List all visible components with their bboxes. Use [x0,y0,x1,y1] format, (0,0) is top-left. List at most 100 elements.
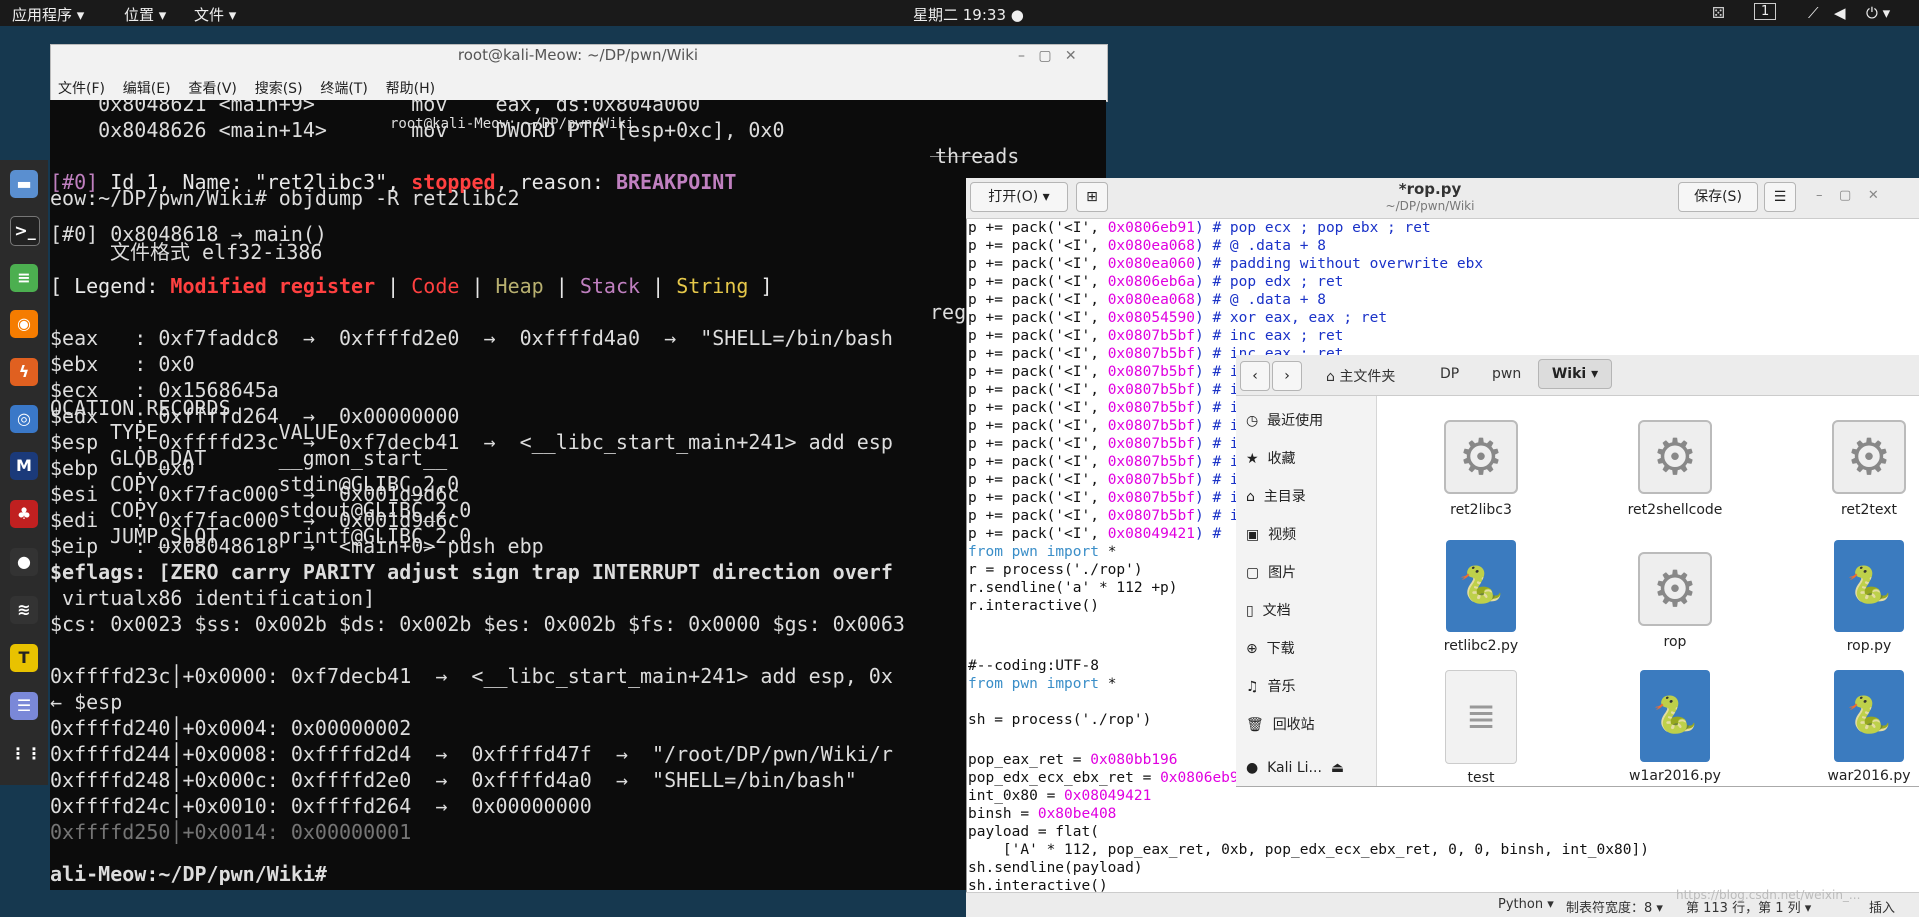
asm-line: 0x8048621 <main+9> mov eax, ds:0x804a060 [50,100,701,116]
gedit-subtitle: ~/DP/pwn/Wiki [1385,199,1475,213]
file-item[interactable]: 🐍 w1ar2016.py [1610,670,1740,784]
trash-icon: 🗑 [1246,717,1264,733]
menu-file[interactable]: 文件(F) [58,81,105,97]
executable-icon: ⚙ [1638,420,1712,494]
menu-view[interactable]: 查看(V) [188,81,237,97]
path-home[interactable]: ⌂ 主文件夹 [1326,366,1395,386]
reg-eax: $eax : 0xf7faddc8 → 0xffffd2e0 → 0xffffd… [50,326,893,350]
power-icon[interactable]: ⏻ ▾ [1866,4,1890,22]
texteditor-app-icon[interactable]: ☰ [10,692,38,720]
path-wiki[interactable]: Wiki ▾ [1538,359,1612,389]
music-icon: ♫ [1246,679,1259,695]
workspace-indicator[interactable]: 1 [1754,3,1777,20]
terminal-menubar: 文件(F) 编辑(E) 查看(V) 搜索(S) 终端(T) 帮助(H) [58,78,435,98]
reg-ebp: $ebp : 0x0 [50,456,195,480]
save-button[interactable]: 保存(S) [1678,182,1758,212]
show-apps-icon[interactable]: ⋮⋮ [10,740,42,768]
sidebar-trash[interactable]: 🗑 回收站 [1246,714,1315,734]
video-icon: ▣ [1246,527,1260,543]
reg-ecx: $ecx : 0x1568645a [50,378,279,402]
python-file-icon: 🐍 [1834,670,1904,762]
apps-tray-icon[interactable]: ⚄ [1712,4,1725,22]
metasploit-app-icon[interactable]: M [10,452,38,480]
terminal-output[interactable]: root@kali-Meow: ~/DP/pwn/Wiki eow:~/DP/p… [50,100,1106,890]
watermark: https://blog.csdn.net/weixin_... [1676,888,1861,902]
volume-icon[interactable]: ◀ [1834,4,1846,22]
sidebar-videos[interactable]: ▣ 视频 [1246,524,1296,544]
thread-line: [#0] Id 1, Name: "ret2libc3", stopped, r… [50,170,737,194]
file-item[interactable]: ⚙ ret2shellcode [1610,420,1740,518]
terminal-title: root@kali-Meow: ~/DP/pwn/Wiki [457,46,699,64]
sidebar-kali-drive[interactable]: ● Kali Li... ⏏ [1246,760,1344,776]
open-button[interactable]: 打开(O) ▾ [970,182,1068,212]
firefox-app-icon[interactable]: ◉ [10,310,38,338]
network-icon[interactable]: ⟋ [1808,4,1819,22]
notes-app-icon[interactable]: ≡ [10,264,38,292]
insert-mode: 插入 [1869,901,1896,916]
sidebar-downloads[interactable]: ⊕ 下载 [1246,638,1295,658]
segment-registers: $cs: 0x0023 $ss: 0x002b $ds: 0x002b $es:… [50,612,905,636]
file-item[interactable]: 🐍 retlibc2.py [1416,540,1546,654]
sidebar-home[interactable]: ⌂ 主目录 [1246,486,1306,506]
files-menu[interactable]: 文件 ▾ [194,4,236,25]
clock[interactable]: 星期二 19:33 ● [913,4,1024,25]
places-menu[interactable]: 位置 ▾ [124,4,166,25]
file-item[interactable]: 🐍 war2016.py [1804,670,1919,784]
legend-line: [ Legend: Modified register | Code | Hea… [50,274,773,298]
star-icon: ★ [1246,451,1259,467]
beef-app-icon[interactable]: T [10,644,38,672]
new-tab-button[interactable]: ⊞ [1076,182,1108,212]
sidebar-music[interactable]: ♫ 音乐 [1246,676,1295,696]
menu-search[interactable]: 搜索(S) [255,81,303,97]
executable-icon: ⚙ [1444,420,1518,494]
files-app-icon[interactable]: ▬ [10,170,38,198]
terminal-window-controls[interactable]: – ▢ ✕ [1018,48,1077,64]
file-item[interactable]: ⚙ rop [1610,552,1740,650]
reg-eflags: $eflags: [ZERO carry PARITY adjust sign … [50,560,893,584]
disk-icon: ● [1246,760,1259,776]
asm-line: 0x8048626 <main+14> mov DWORD PTR [esp+0… [50,118,785,142]
forward-button[interactable]: › [1272,361,1302,391]
shell-prompt[interactable]: ali-Meow:~/DP/pwn/Wiki# [50,862,327,886]
terminal-app-icon[interactable]: >_ [10,216,40,246]
text-file-icon: ≣ [1445,670,1517,764]
stack-esp-marker: ← $esp [50,690,123,714]
sidebar-recent[interactable]: ◷ 最近使用 [1246,410,1323,430]
file-item[interactable]: ≣ test [1416,670,1546,786]
reg-edx: $edx : 0xffffd264 → 0x00000000 [50,404,460,428]
file-item[interactable]: ⚙ ret2libc3 [1416,420,1546,518]
back-button[interactable]: ‹ [1240,361,1270,391]
sidebar-pictures[interactable]: ▢ 图片 [1246,562,1296,582]
dock: ▬ >_ ≡ ◉ ϟ ◎ M ♣ ● ≋ T ☰ ⋮⋮ [0,160,48,785]
stack-line: 0xffffd244│+0x0008: 0xffffd2d4 → 0xffffd… [50,742,893,766]
armitage-app-icon[interactable]: ♣ [10,500,38,528]
applications-menu[interactable]: 应用程序 ▾ [12,4,84,25]
threads-header: threads [935,144,1020,168]
reg-eflags-cont: virtualx86 identification] [50,586,376,610]
path-dp[interactable]: DP [1440,366,1459,382]
executable-icon: ⚙ [1832,420,1906,494]
wifi-app-icon[interactable]: ≋ [10,596,38,624]
menu-edit[interactable]: 编辑(E) [123,81,171,97]
eye-app-icon[interactable]: ◎ [10,405,38,433]
home-icon: ⌂ [1326,369,1335,385]
gedit-window-controls[interactable]: – ▢ ✕ [1816,188,1879,203]
burp-app-icon[interactable]: ϟ [10,358,38,386]
file-item[interactable]: ⚙ ret2text [1804,420,1919,518]
path-pwn[interactable]: pwn [1492,366,1521,382]
python-file-icon: 🐍 [1640,670,1710,762]
hamburger-menu-button[interactable]: ☰ [1764,182,1796,212]
menu-terminal[interactable]: 终端(T) [320,81,367,97]
maltego-app-icon[interactable]: ● [10,548,38,576]
menu-help[interactable]: 帮助(H) [386,81,435,97]
stack-line: 0xffffd24c│+0x0010: 0xffffd264 → 0x00000… [50,794,592,818]
stack-line: 0xffffd23c│+0x0000: 0xf7decb41 → <__libc… [50,664,893,688]
reg-edi: $edi : 0xf7fac000 → 0x001d9d6c [50,508,460,532]
sidebar-starred[interactable]: ★ 收藏 [1246,448,1295,468]
file-item[interactable]: 🐍 rop.py [1804,540,1919,654]
sidebar-documents[interactable]: ▯ 文档 [1246,600,1291,620]
tab-width-selector[interactable]: 制表符宽度：8 ▾ [1566,897,1663,916]
language-selector[interactable]: Python ▾ [1498,897,1554,912]
eject-icon: ⏏ [1330,760,1345,776]
reg-esi: $esi : 0xf7fac000 → 0x001d9d6c [50,482,460,506]
